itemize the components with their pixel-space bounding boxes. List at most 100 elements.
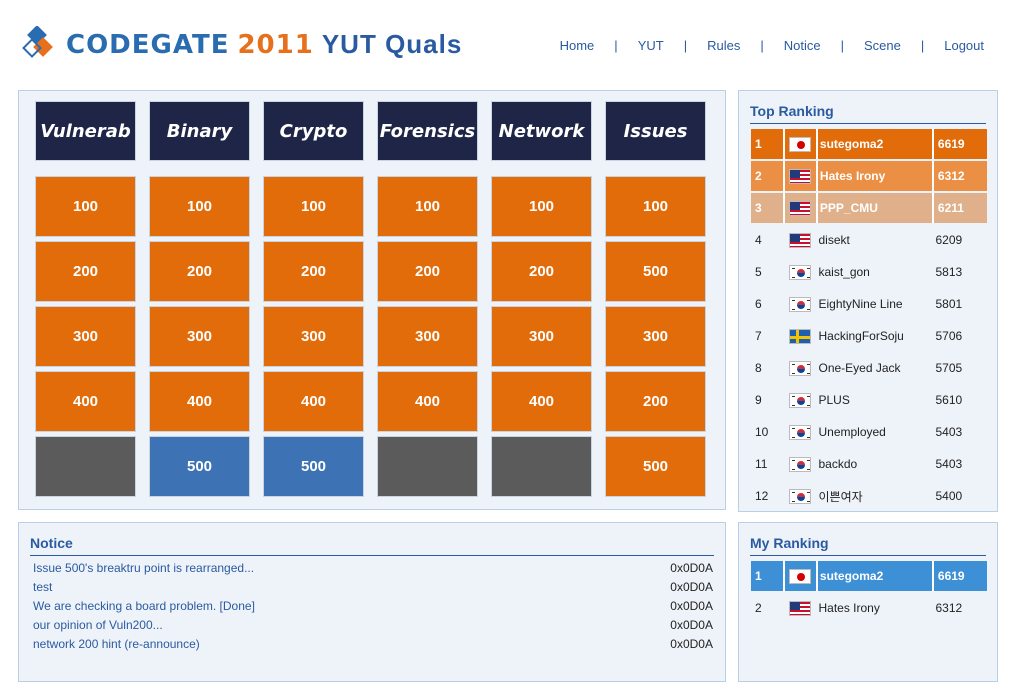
flag-us-icon xyxy=(789,200,812,216)
team-name: HackingForSoju xyxy=(818,329,904,343)
ranking-row: 2 Hates Irony 6312 xyxy=(751,593,987,623)
challenge-cell[interactable]: 100 xyxy=(35,176,136,237)
rank-number: 2 xyxy=(751,161,785,191)
ranking-row: 12 이쁜여자 5400 xyxy=(751,481,987,511)
nav-logout[interactable]: Logout xyxy=(944,38,984,53)
nav-home[interactable]: Home xyxy=(560,38,595,53)
challenge-cell[interactable]: 500 xyxy=(605,241,706,302)
flag-cell xyxy=(785,456,817,472)
logo-year: 2011 xyxy=(237,29,314,60)
challenge-cell[interactable]: 200 xyxy=(491,241,592,302)
team-score: 5813 xyxy=(935,265,963,279)
challenge-cell[interactable]: 300 xyxy=(491,306,592,367)
challenge-cell[interactable]: 400 xyxy=(491,371,592,432)
flag-cell xyxy=(785,360,817,376)
challenge-cell[interactable]: 200 xyxy=(149,241,250,302)
team-name: PPP_CMU xyxy=(819,201,878,215)
challenge-cell[interactable]: 100 xyxy=(377,176,478,237)
flag-kr-icon xyxy=(788,264,811,280)
top-nav: Home | YUT | Rules | Notice | Scene | Lo… xyxy=(560,38,984,53)
notice-item: Issue 500's breaktru point is rearranged… xyxy=(33,561,713,580)
team-score: 5705 xyxy=(935,361,963,375)
flag-cell xyxy=(785,488,817,504)
challenge-cell[interactable]: 400 xyxy=(377,371,478,432)
flag-cell xyxy=(785,296,817,312)
challenge-cell xyxy=(377,436,478,497)
team-score: 5706 xyxy=(935,329,963,343)
category-header: Vulnerab xyxy=(35,101,136,161)
nav-separator: | xyxy=(920,38,925,53)
challenge-cell[interactable]: 300 xyxy=(149,306,250,367)
flag-cell xyxy=(785,424,817,440)
notice-title: Notice xyxy=(30,535,73,551)
notice-value: 0x0D0A xyxy=(670,599,713,613)
rank-number: 4 xyxy=(755,233,762,247)
challenge-cell[interactable]: 500 xyxy=(605,436,706,497)
challenge-cell[interactable]: 300 xyxy=(605,306,706,367)
challenge-cell[interactable]: 100 xyxy=(605,176,706,237)
flag-kr-icon xyxy=(788,488,811,504)
challenge-cell[interactable]: 500 xyxy=(263,436,364,497)
team-name: kaist_gon xyxy=(818,265,870,279)
challenge-cell[interactable]: 300 xyxy=(35,306,136,367)
notice-value: 0x0D0A xyxy=(670,580,713,594)
flag-jp-icon xyxy=(789,568,812,584)
team-name: sutegoma2 xyxy=(819,137,884,151)
nav-scene[interactable]: Scene xyxy=(864,38,901,53)
logo: CODEGATE 2011 YUT Quals xyxy=(22,24,462,64)
challenge-cell[interactable]: 400 xyxy=(35,371,136,432)
notice-link[interactable]: network 200 hint (re-announce) xyxy=(33,637,200,656)
challenge-cell[interactable]: 400 xyxy=(263,371,364,432)
codegate-logo-icon xyxy=(22,25,58,62)
challenge-cell[interactable]: 400 xyxy=(149,371,250,432)
notice-item: our opinion of Vuln200... 0x0D0A xyxy=(33,618,713,637)
rank-number: 11 xyxy=(755,457,768,471)
challenge-cell[interactable]: 100 xyxy=(263,176,364,237)
team-name: One-Eyed Jack xyxy=(818,361,901,375)
flag-se-icon xyxy=(788,328,811,344)
challenge-cell[interactable]: 100 xyxy=(491,176,592,237)
challenge-cell[interactable]: 200 xyxy=(605,371,706,432)
notice-value: 0x0D0A xyxy=(670,618,713,632)
flag-kr-icon xyxy=(788,456,811,472)
logo-subtitle: YUT Quals xyxy=(321,28,463,59)
nav-separator: | xyxy=(840,38,844,53)
notice-link[interactable]: test xyxy=(33,580,52,599)
rank-number: 2 xyxy=(755,601,762,615)
flag-cell xyxy=(785,600,817,616)
nav-yut[interactable]: YUT xyxy=(638,38,664,53)
challenge-cell[interactable]: 200 xyxy=(377,241,478,302)
team-score: 5801 xyxy=(935,297,963,311)
ranking-row: 10 Unemployed 5403 xyxy=(751,417,987,447)
ranking-row: 4 disekt 6209 xyxy=(751,225,987,255)
challenge-cell[interactable]: 300 xyxy=(377,306,478,367)
team-name: 이쁜여자 xyxy=(818,489,863,504)
challenge-cell xyxy=(35,436,136,497)
notice-link[interactable]: We are checking a board problem. [Done] xyxy=(33,599,255,618)
flag-cell xyxy=(785,129,818,159)
flag-jp-icon xyxy=(789,136,812,152)
challenge-cell[interactable]: 300 xyxy=(263,306,364,367)
notice-item: test 0x0D0A xyxy=(33,580,713,599)
team-score: 5610 xyxy=(935,393,963,407)
board-column: Binary 100 200 300 400 500 xyxy=(149,101,250,497)
notice-link[interactable]: Issue 500's breaktru point is rearranged… xyxy=(33,561,254,580)
challenge-cell xyxy=(491,436,592,497)
notice-link[interactable]: our opinion of Vuln200... xyxy=(33,618,163,637)
flag-cell xyxy=(785,161,818,191)
challenge-cell[interactable]: 100 xyxy=(149,176,250,237)
board-column: Issues 100 500 300 200 500 xyxy=(605,101,706,497)
nav-separator: | xyxy=(614,38,618,53)
ranking-row: 1 sutegoma2 6619 xyxy=(751,561,987,591)
nav-notice[interactable]: Notice xyxy=(784,38,821,53)
category-header: Forensics xyxy=(377,101,478,161)
team-name: sutegoma2 xyxy=(819,569,884,583)
team-score: 6312 xyxy=(935,601,963,615)
ranking-row: 5 kaist_gon 5813 xyxy=(751,257,987,287)
challenge-cell[interactable]: 200 xyxy=(35,241,136,302)
flag-kr-icon xyxy=(788,424,811,440)
challenge-cell[interactable]: 500 xyxy=(149,436,250,497)
nav-rules[interactable]: Rules xyxy=(707,38,740,53)
notice-item: network 200 hint (re-announce) 0x0D0A xyxy=(33,637,713,656)
challenge-cell[interactable]: 200 xyxy=(263,241,364,302)
